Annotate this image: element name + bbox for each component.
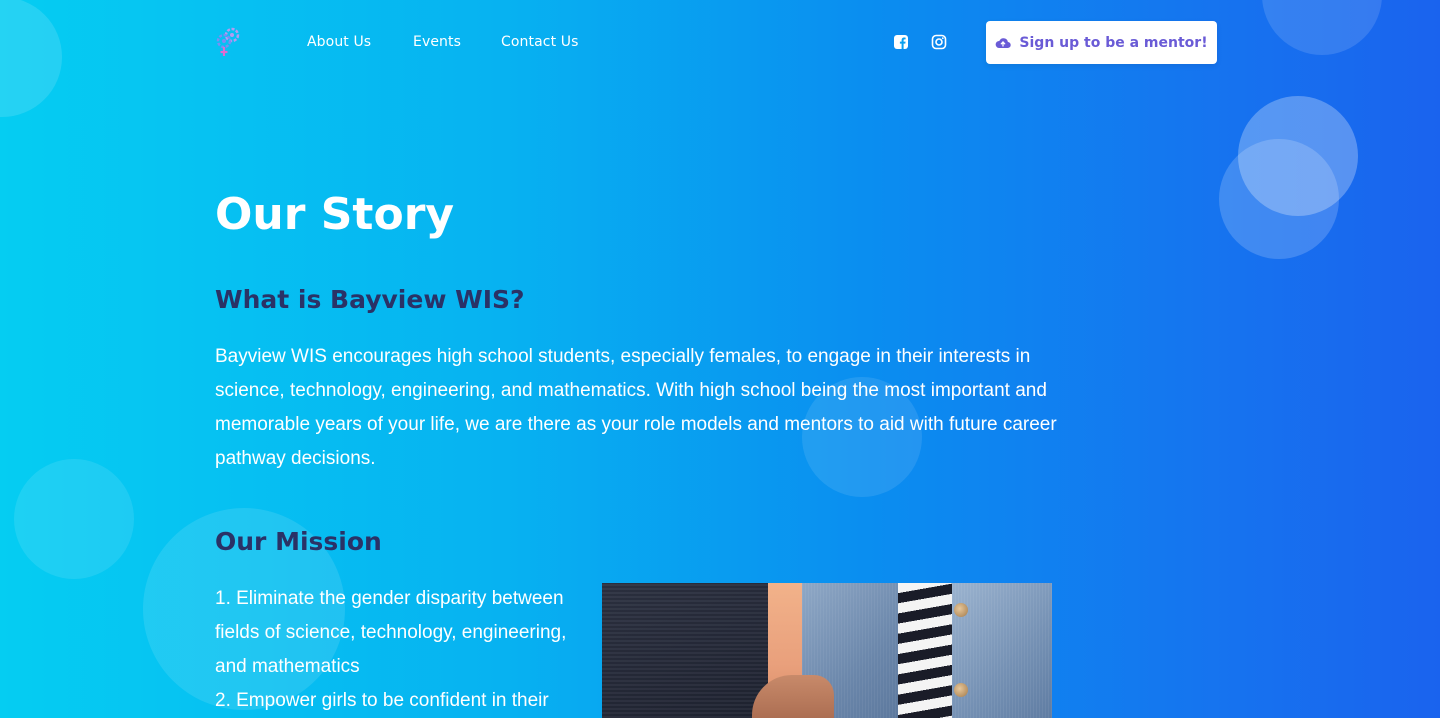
sign-up-mentor-label: Sign up to be a mentor! — [1019, 34, 1208, 51]
nav-link-about-us[interactable]: About Us — [307, 34, 371, 50]
section-heading-mission: Our Mission — [215, 527, 382, 556]
instagram-icon[interactable] — [931, 34, 947, 50]
section-body-what-is: Bayview WIS encourages high school stude… — [215, 346, 1057, 469]
mission-item: 1. Eliminate the gender disparity betwee… — [215, 588, 567, 677]
decorative-bubble — [14, 459, 134, 579]
facebook-icon[interactable] — [893, 34, 909, 50]
mission-list: 1. Eliminate the gender disparity betwee… — [215, 582, 587, 718]
decorative-bubble — [1219, 139, 1339, 259]
sign-up-mentor-button[interactable]: Sign up to be a mentor! — [986, 21, 1217, 64]
mission-item: 2. Empower girls to be confident in thei… — [215, 690, 549, 711]
nav-link-events[interactable]: Events — [413, 34, 461, 50]
mentors-photo — [602, 583, 1052, 718]
page-title: Our Story — [215, 189, 455, 240]
nav-link-contact-us[interactable]: Contact Us — [501, 34, 578, 50]
section-heading-what-is: What is Bayview WIS? — [215, 285, 525, 314]
decorative-bubble — [1238, 96, 1358, 216]
cloud-upload-icon — [996, 37, 1012, 48]
female-gear-logo[interactable] — [214, 26, 242, 58]
top-navbar: About Us Events Contact Us Sign up to be… — [0, 0, 1440, 86]
